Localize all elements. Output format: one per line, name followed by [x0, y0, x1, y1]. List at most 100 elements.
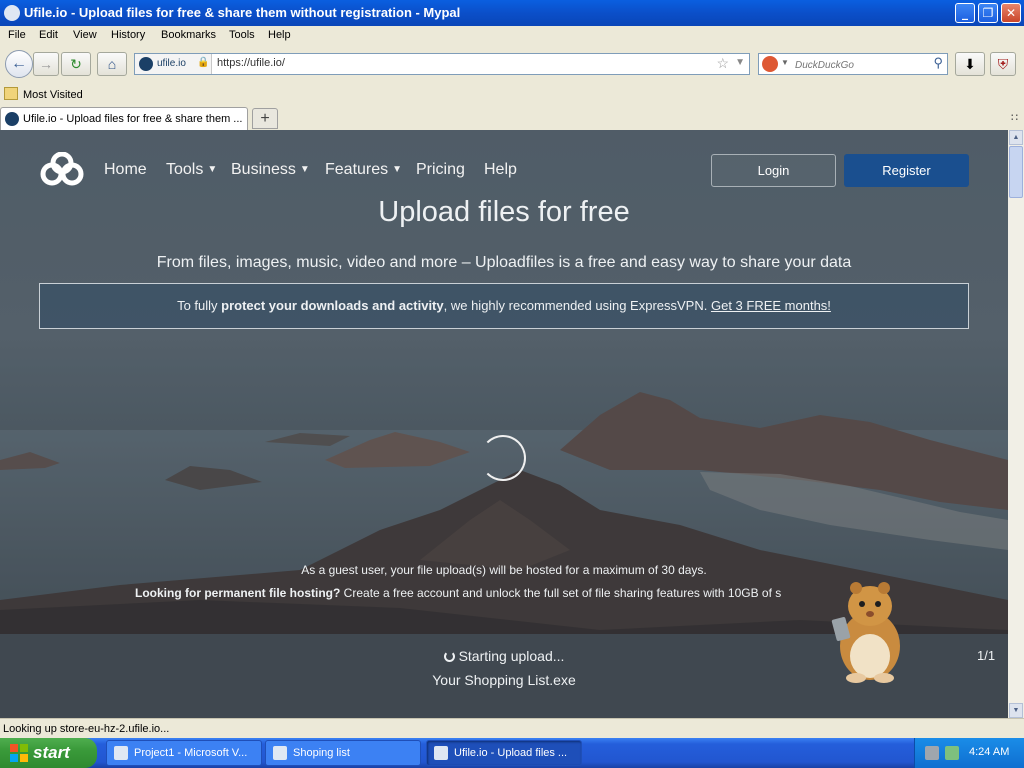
download-button[interactable]: ⬇ — [955, 52, 985, 76]
status-bar: Looking up store-eu-hz-2.ufile.io... — [0, 718, 1024, 738]
loading-spinner-icon — [480, 435, 526, 481]
back-icon: ← — [11, 55, 27, 72]
nav-features-label: Features — [325, 161, 389, 178]
url-history-dropdown[interactable]: ▼ — [735, 57, 745, 68]
ufile-logo-icon[interactable] — [38, 152, 86, 188]
bookmark-star-icon[interactable]: ☆ — [716, 55, 729, 72]
vpn-banner: To fully protect your downloads and acti… — [39, 283, 969, 329]
taskbar-item-shoping-list[interactable]: Shoping list — [265, 740, 421, 766]
url-bar[interactable]: ufile.io 🔒 https://ufile.io/ ☆ ▼ — [134, 53, 750, 75]
taskbar-item-label: Ufile.io - Upload files ... — [454, 747, 568, 759]
download-icon: ⬇ — [964, 56, 976, 72]
clock[interactable]: 4:24 AM — [969, 746, 1009, 758]
nav-home[interactable]: Home — [104, 161, 147, 179]
visual-basic-icon — [114, 746, 128, 760]
minimize-button[interactable]: _ — [955, 3, 975, 23]
status-text: Looking up store-eu-hz-2.ufile.io... — [3, 723, 170, 735]
vpn-bold: protect your downloads and activity — [221, 298, 444, 313]
menu-history[interactable]: History — [111, 29, 145, 41]
mypal-app-icon — [4, 5, 20, 21]
vertical-scrollbar[interactable]: ▲ ▼ — [1008, 130, 1024, 718]
home-button[interactable]: ⌂ — [97, 52, 127, 76]
chevron-down-icon: ▼ — [299, 164, 310, 175]
engine-dropdown-icon[interactable]: ▼ — [781, 58, 789, 67]
taskbar: start Project1 - Microsoft V... Shoping … — [0, 738, 1024, 768]
forward-button[interactable]: → — [33, 52, 59, 76]
nav-business[interactable]: Business ▼ — [231, 161, 310, 179]
window-title: Ufile.io - Upload files for free & share… — [24, 5, 461, 20]
tab-ufile[interactable]: Ufile.io - Upload files for free & share… — [0, 107, 248, 130]
plus-icon: + — [260, 110, 270, 127]
taskbar-item-label: Project1 - Microsoft V... — [134, 747, 248, 759]
menu-tools[interactable]: Tools — [229, 29, 255, 41]
scroll-up-icon[interactable]: ▲ — [1009, 130, 1023, 145]
tab-label: Ufile.io - Upload files for free & share… — [23, 113, 243, 125]
windows-flag-icon — [10, 744, 28, 762]
duckduckgo-icon[interactable] — [762, 56, 778, 72]
perm-note-text: Create a free account and unlock the ful… — [340, 586, 782, 600]
forward-icon: → — [39, 56, 53, 72]
ufile-logo-icon — [139, 57, 153, 71]
vpn-prefix: To fully — [177, 298, 222, 313]
reload-icon: ↻ — [70, 56, 82, 72]
menu-help[interactable]: Help — [268, 29, 291, 41]
maximize-button[interactable]: ❐ — [978, 3, 998, 23]
close-button[interactable]: ✕ — [1001, 3, 1021, 23]
identity-site-name: ufile.io — [157, 58, 186, 69]
vpn-middle: , we highly recommended using ExpressVPN… — [443, 298, 711, 313]
upload-status-text: Starting upload... — [458, 648, 565, 664]
menu-bar: File Edit View History Bookmarks Tools H… — [0, 26, 1024, 46]
search-bar[interactable]: ▼ ⚲ — [758, 53, 948, 75]
taskbar-item-project1[interactable]: Project1 - Microsoft V... — [106, 740, 262, 766]
scroll-down-icon[interactable]: ▼ — [1009, 703, 1023, 718]
most-visited-bookmark[interactable]: Most Visited — [23, 89, 83, 101]
permanent-hosting-note: Looking for permanent file hosting? Crea… — [135, 586, 845, 600]
ublock-button[interactable]: ⛨ — [990, 52, 1016, 76]
folder-icon — [4, 87, 18, 100]
tab-strip: Ufile.io - Upload files for free & share… — [0, 106, 1024, 130]
taskbar-item-label: Shoping list — [293, 747, 350, 759]
search-input[interactable] — [793, 56, 927, 74]
hero-title: Upload files for free — [378, 196, 630, 228]
tray-app-icon[interactable] — [925, 746, 939, 760]
mypal-app-icon — [434, 746, 448, 760]
url-text[interactable]: https://ufile.io/ — [217, 57, 285, 69]
navigation-toolbar: ← → ↻ ⌂ ufile.io 🔒 https://ufile.io/ ☆ ▼… — [0, 46, 1024, 82]
menu-file[interactable]: File — [8, 29, 26, 41]
nav-tools-label: Tools — [166, 161, 204, 178]
menu-bookmarks[interactable]: Bookmarks — [161, 29, 216, 41]
nav-tools[interactable]: Tools ▼ — [166, 161, 217, 179]
start-button[interactable]: start — [0, 738, 97, 768]
register-button[interactable]: Register — [844, 154, 969, 187]
new-tab-button[interactable]: + — [252, 108, 278, 129]
chevron-down-icon: ▼ — [392, 164, 403, 175]
hamster-mascot — [831, 582, 900, 683]
vpn-offer-link[interactable]: Get 3 FREE months! — [711, 298, 831, 313]
nav-business-label: Business — [231, 161, 296, 178]
start-label: start — [33, 743, 70, 762]
menu-view[interactable]: View — [73, 29, 97, 41]
search-icon[interactable]: ⚲ — [933, 55, 943, 71]
bookmarks-toolbar: Most Visited — [0, 82, 1024, 106]
application-icon — [273, 746, 287, 760]
system-tray: 4:24 AM — [914, 738, 1024, 768]
scrollbar-thumb[interactable] — [1009, 146, 1023, 198]
perm-note-bold: Looking for permanent file hosting? — [135, 586, 341, 600]
nav-help[interactable]: Help — [484, 161, 517, 179]
site-identity[interactable]: ufile.io 🔒 — [135, 54, 212, 74]
tab-list-icon[interactable]: ∷ — [1011, 111, 1018, 124]
back-button[interactable]: ← — [5, 50, 33, 78]
page-viewport: Home Tools ▼ Business ▼ Features ▼ Pricing … — [0, 130, 1008, 718]
nav-features[interactable]: Features ▼ — [325, 161, 402, 179]
guest-note: As a guest user, your file upload(s) wil… — [301, 563, 707, 577]
reload-button[interactable]: ↻ — [61, 52, 91, 76]
nav-pricing[interactable]: Pricing — [416, 161, 465, 179]
taskbar-item-ufile[interactable]: Ufile.io - Upload files ... — [426, 740, 582, 766]
ufile-favicon-icon — [5, 112, 19, 126]
chevron-down-icon: ▼ — [207, 164, 218, 175]
lock-icon: 🔒 — [197, 57, 210, 68]
upload-spinner-icon — [443, 651, 455, 662]
menu-edit[interactable]: Edit — [39, 29, 58, 41]
network-icon[interactable] — [945, 746, 959, 760]
login-button[interactable]: Login — [711, 154, 836, 187]
